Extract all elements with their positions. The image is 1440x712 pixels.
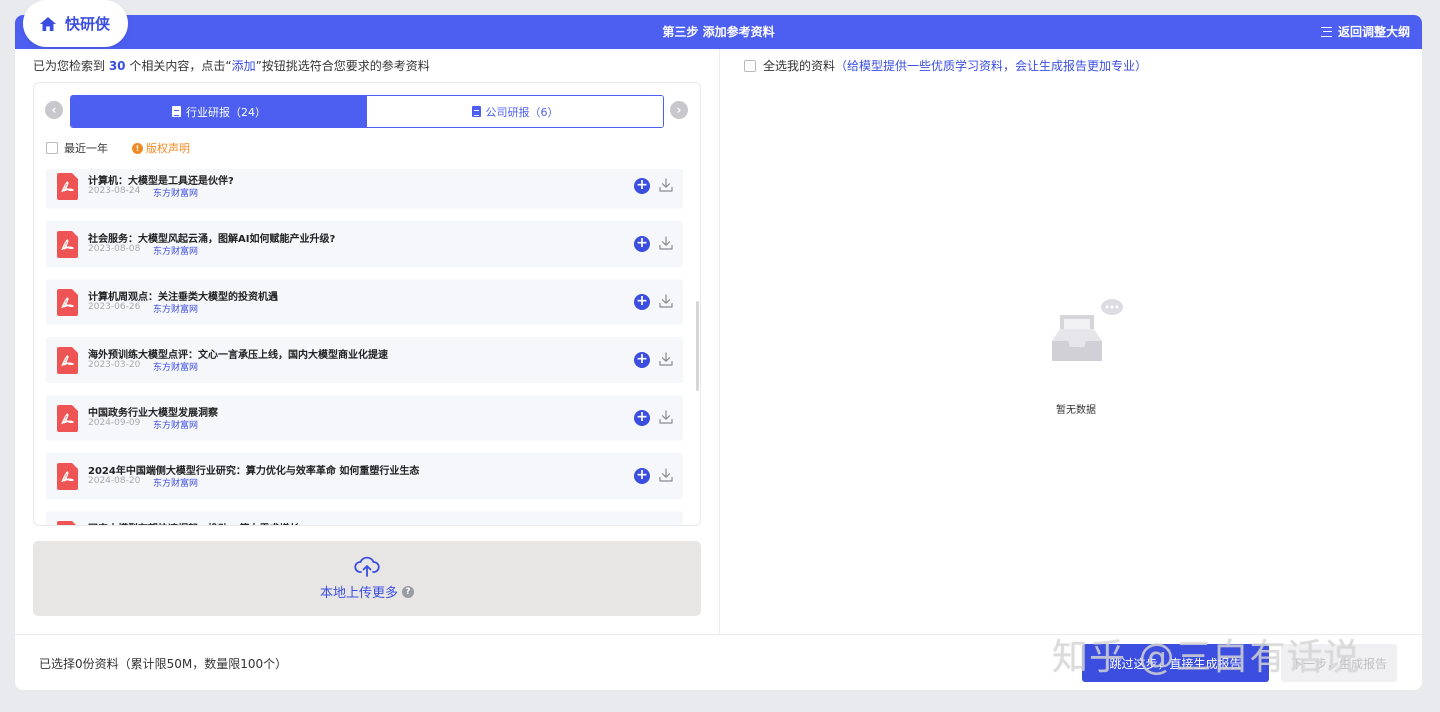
report-source: 东方财富网 — [153, 305, 199, 315]
upload-label: 本地上传更多 — [319, 586, 398, 601]
pdf-icon — [57, 289, 78, 316]
report-list: 计算机：大模型是工具还是伙伴? 2023-08-24 东方财富网 + 社会服务：大模型风… — [46, 169, 683, 525]
select-all-label: 全选我的资料 — [763, 59, 836, 73]
report-date: 2024-09-09 — [88, 418, 141, 428]
left-panel: 已为您检索到 30 个相关内容，点击“添加”按钮挑选符合您要求的参考资料 ‹ ›… — [15, 49, 719, 634]
document-icon — [172, 106, 181, 117]
empty-text: 暂无数据 — [1056, 405, 1096, 416]
report-date: 2023-03-20 — [88, 360, 141, 370]
scrollbar[interactable] — [696, 301, 699, 391]
download-icon[interactable] — [658, 467, 674, 483]
report-title: 计算机：大模型是工具还是伙伴? — [88, 176, 234, 187]
result-count: 30 — [108, 59, 126, 73]
empty-state: 暂无数据 — [1040, 299, 1130, 416]
list-icon — [1320, 27, 1332, 37]
select-all-row: 全选我的资料 （给模型提供一些优质学习资料，会让生成报告更加专业） — [744, 57, 1147, 74]
info-icon: ! — [132, 142, 143, 154]
report-source: 东方财富网 — [153, 479, 199, 489]
app-name: 快研侠 — [65, 15, 111, 33]
home-icon — [40, 16, 56, 31]
prev-arrow-button[interactable]: ‹ — [45, 101, 63, 119]
copyright-notice-link[interactable]: ! 版权声明 — [132, 140, 190, 156]
pdf-icon — [57, 347, 78, 374]
app-window: 第三步 添加参考资料 返回调整大纲 已为您检索到 30 个相关内容，点击“添加”… — [15, 15, 1422, 690]
right-panel: 全选我的资料 （给模型提供一些优质学习资料，会让生成报告更加专业） 暂无数据 — [720, 49, 1422, 634]
report-title: 国产大模型有望快速崛起，推动AI算力需求增长 — [88, 520, 299, 525]
report-list-item[interactable]: 计算机周观点：关注垂类大模型的投资机遇 2023-06-26 东方财富网 + — [46, 279, 683, 325]
add-report-button[interactable]: + — [634, 468, 650, 484]
search-result-summary: 已为您检索到 30 个相关内容，点击“添加”按钮挑选符合您要求的参考资料 — [33, 59, 430, 73]
skip-generate-button[interactable]: 跳过这步，直接生成报告 — [1082, 644, 1269, 682]
app-logo[interactable]: 快研侠 — [23, 0, 128, 47]
pdf-icon — [57, 521, 78, 525]
pdf-icon — [57, 463, 78, 490]
report-date: 2024-08-20 — [88, 476, 141, 486]
selection-summary: 已选择0份资料（累计限50M，数量限100个） — [39, 657, 288, 671]
back-label: 返回调整大纲 — [1337, 25, 1410, 39]
report-source: 东方财富网 — [153, 247, 199, 257]
pdf-icon — [57, 173, 78, 200]
report-date: 2023-06-26 — [88, 302, 141, 312]
next-step-button[interactable]: 下一步，生成报告 — [1281, 644, 1397, 682]
report-list-item[interactable]: 海外预训练大模型点评：文心一言承压上线，国内大模型商业化提速 2023-03-20… — [46, 337, 683, 383]
cloud-upload-icon — [354, 556, 380, 577]
download-icon[interactable] — [658, 177, 674, 193]
report-list-item[interactable]: 社会服务：大模型风起云涌，图解AI如何赋能产业升级? 2023-08-08 东方财富… — [46, 221, 683, 267]
tab-company-reports[interactable]: 公司研报（6） — [367, 96, 663, 127]
report-source: 东方财富网 — [153, 363, 199, 373]
pdf-icon — [57, 231, 78, 258]
help-icon[interactable]: ? — [402, 585, 414, 598]
report-list-item[interactable]: 国产大模型有望快速崛起，推动AI算力需求增长+ — [46, 511, 683, 525]
step-title: 第三步 添加参考资料 — [662, 25, 775, 39]
report-list-item[interactable]: 中国政务行业大模型发展洞察 2024-09-09 东方财富网 + — [46, 395, 683, 441]
tab-industry-reports[interactable]: 行业研报（24） — [71, 96, 367, 127]
top-bar: 第三步 添加参考资料 返回调整大纲 — [15, 15, 1422, 49]
back-to-outline-button[interactable]: 返回调整大纲 — [1320, 15, 1410, 49]
add-report-button[interactable]: + — [634, 178, 650, 194]
report-date: 2023-08-24 — [88, 186, 141, 196]
footer-bar: 已选择0份资料（累计限50M，数量限100个） 跳过这步，直接生成报告 下一步，… — [15, 634, 1422, 690]
report-date: 2023-08-08 — [88, 244, 141, 254]
local-upload-button[interactable]: 本地上传更多 ? — [33, 541, 701, 616]
download-icon[interactable] — [658, 293, 674, 309]
filter-row: 最近一年 ! 版权声明 — [46, 141, 190, 155]
report-tabs: 行业研报（24） 公司研报（6） — [70, 95, 664, 128]
document-icon — [471, 106, 481, 117]
download-icon[interactable] — [658, 409, 674, 425]
pdf-icon — [57, 405, 78, 432]
download-icon[interactable] — [658, 235, 674, 251]
add-report-button[interactable]: + — [634, 236, 650, 252]
select-all-checkbox[interactable] — [744, 59, 756, 72]
next-arrow-button[interactable]: › — [670, 101, 688, 119]
report-title: 海外预训练大模型点评：文心一言承压上线，国内大模型商业化提速 — [88, 350, 388, 361]
report-title: 社会服务：大模型风起云涌，图解AI如何赋能产业升级? — [88, 234, 336, 245]
empty-inbox-icon — [1052, 299, 1123, 361]
report-list-item[interactable]: 2024年中国端侧大模型行业研究：算力优化与效率革命 如何重塑行业生态 2024-… — [46, 453, 683, 499]
report-title: 2024年中国端侧大模型行业研究：算力优化与效率革命 如何重塑行业生态 — [88, 466, 420, 477]
download-icon[interactable] — [658, 351, 674, 367]
recent-year-checkbox[interactable] — [46, 142, 58, 154]
add-report-button[interactable]: + — [634, 352, 650, 368]
add-report-button[interactable]: + — [634, 410, 650, 426]
recent-year-label: 最近一年 — [64, 142, 108, 155]
select-all-hint: （给模型提供一些优质学习资料，会让生成报告更加专业） — [835, 59, 1148, 73]
add-report-button[interactable]: + — [634, 294, 650, 310]
report-source: 东方财富网 — [153, 421, 199, 431]
report-list-box: ‹ › 行业研报（24） 公司研报（6） 最近一年 ! 版权声明 计算机：大模型… — [33, 82, 701, 526]
report-title: 中国政务行业大模型发展洞察 — [88, 408, 218, 419]
report-list-item[interactable]: 计算机：大模型是工具还是伙伴? 2023-08-24 东方财富网 + — [46, 169, 683, 209]
report-title: 计算机周观点：关注垂类大模型的投资机遇 — [88, 292, 278, 303]
report-source: 东方财富网 — [153, 189, 199, 199]
